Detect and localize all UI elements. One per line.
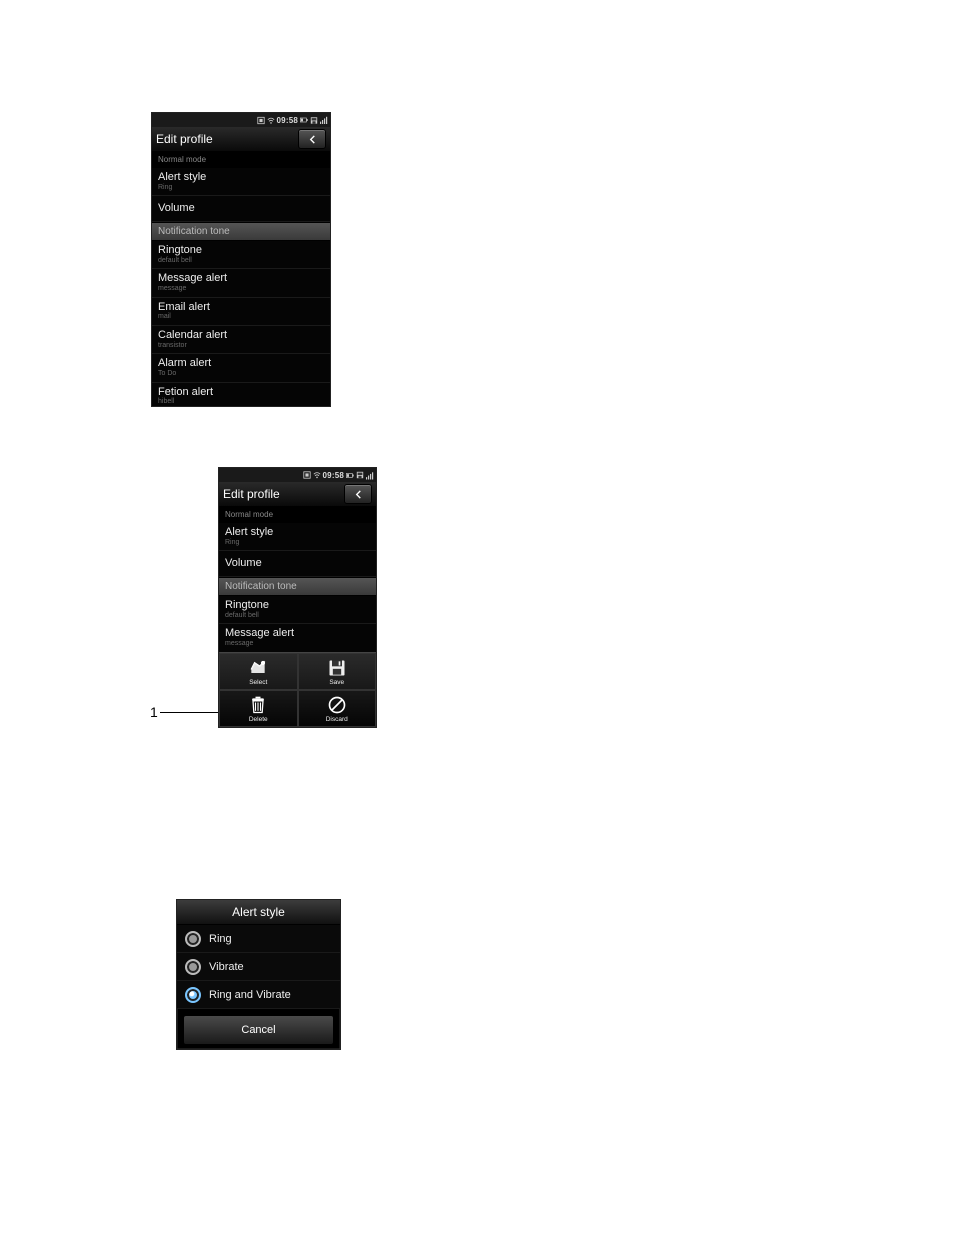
callout-number: 1 xyxy=(150,704,158,720)
ringtone-value: default bell xyxy=(225,612,370,620)
sim-icon xyxy=(257,116,265,124)
save-icon xyxy=(310,116,318,124)
message-alert-label: Message alert xyxy=(225,627,370,640)
back-button[interactable] xyxy=(298,129,326,149)
status-bar: 09:58 xyxy=(152,113,330,127)
options-menu: Select Save Delete Discard xyxy=(219,652,376,727)
row-ringtone[interactable]: Ringtone default bell xyxy=(152,241,330,269)
option-ring-label: Ring xyxy=(209,933,232,945)
alert-style-label: Alert style xyxy=(225,526,370,539)
option-ring-and-vibrate[interactable]: Ring and Vibrate xyxy=(177,981,340,1009)
row-message-alert[interactable]: Message alert message xyxy=(152,269,330,297)
menu-discard-label: Discard xyxy=(326,716,348,723)
save-icon xyxy=(356,471,364,479)
callout-line xyxy=(160,712,218,713)
row-alert-style[interactable]: Alert style Ring xyxy=(152,168,330,196)
message-alert-label: Message alert xyxy=(158,272,324,285)
radio-icon xyxy=(185,931,201,947)
back-button[interactable] xyxy=(344,484,372,504)
menu-save-label: Save xyxy=(329,679,344,686)
menu-select-label: Select xyxy=(249,679,267,686)
radio-icon xyxy=(185,959,201,975)
phone-screenshot-1: 09:58 Edit profile Normal mode Alert sty… xyxy=(151,112,331,407)
section-notification-tone: Notification tone xyxy=(152,222,330,241)
message-alert-value: message xyxy=(225,640,370,648)
menu-item-save[interactable]: Save xyxy=(298,653,377,690)
battery-icon xyxy=(346,471,354,479)
select-icon xyxy=(248,658,268,678)
ringtone-label: Ringtone xyxy=(225,599,370,612)
cancel-button[interactable]: Cancel xyxy=(183,1015,334,1045)
fetion-alert-label: Fetion alert xyxy=(158,386,324,399)
section-notification-tone: Notification tone xyxy=(219,577,376,596)
alert-style-dialog: Alert style Ring Vibrate Ring and Vibrat… xyxy=(176,899,341,1050)
row-volume[interactable]: Volume xyxy=(152,196,330,222)
row-email-alert[interactable]: Email alert mail xyxy=(152,298,330,326)
status-bar: 09:58 xyxy=(219,468,376,482)
status-time: 09:58 xyxy=(277,116,298,125)
wifi-icon xyxy=(267,116,275,124)
trash-icon xyxy=(248,695,268,715)
signal-icon xyxy=(320,116,328,124)
title-bar: Edit profile xyxy=(219,482,376,507)
cancel-label: Cancel xyxy=(241,1024,275,1036)
page-title: Edit profile xyxy=(223,487,280,501)
menu-item-delete[interactable]: Delete xyxy=(219,690,298,727)
row-ringtone[interactable]: Ringtone default bell xyxy=(219,596,376,624)
fetion-alert-value: hibell xyxy=(158,398,324,406)
menu-item-select[interactable]: Select xyxy=(219,653,298,690)
signal-icon xyxy=(366,471,374,479)
page-title: Edit profile xyxy=(156,132,213,146)
alert-style-value: Ring xyxy=(158,184,324,192)
row-alert-style[interactable]: Alert style Ring xyxy=(219,523,376,551)
floppy-icon xyxy=(327,658,347,678)
dialog-title: Alert style xyxy=(177,900,340,925)
calendar-alert-label: Calendar alert xyxy=(158,329,324,342)
email-alert-value: mail xyxy=(158,313,324,321)
sim-icon xyxy=(303,471,311,479)
discard-icon xyxy=(327,695,347,715)
ringtone-value: default bell xyxy=(158,257,324,265)
wifi-icon xyxy=(313,471,321,479)
alarm-alert-label: Alarm alert xyxy=(158,357,324,370)
row-fetion-alert[interactable]: Fetion alert hibell xyxy=(152,383,330,407)
status-time: 09:58 xyxy=(323,471,344,480)
calendar-alert-value: transistor xyxy=(158,342,324,350)
menu-delete-label: Delete xyxy=(249,716,268,723)
battery-icon xyxy=(300,116,308,124)
row-calendar-alert[interactable]: Calendar alert transistor xyxy=(152,326,330,354)
row-alarm-alert[interactable]: Alarm alert To Do xyxy=(152,354,330,382)
message-alert-value: message xyxy=(158,285,324,293)
volume-label: Volume xyxy=(158,202,324,215)
option-vibrate[interactable]: Vibrate xyxy=(177,953,340,981)
profile-mode-label: Normal mode xyxy=(152,152,330,168)
volume-label: Volume xyxy=(225,557,370,570)
menu-item-discard[interactable]: Discard xyxy=(298,690,377,727)
radio-icon-selected xyxy=(185,987,201,1003)
alarm-alert-value: To Do xyxy=(158,370,324,378)
ringtone-label: Ringtone xyxy=(158,244,324,257)
option-ring[interactable]: Ring xyxy=(177,925,340,953)
title-bar: Edit profile xyxy=(152,127,330,152)
row-message-alert[interactable]: Message alert message xyxy=(219,624,376,652)
row-volume[interactable]: Volume xyxy=(219,551,376,577)
profile-mode-label: Normal mode xyxy=(219,507,376,523)
phone-screenshot-2: 09:58 Edit profile Normal mode Alert sty… xyxy=(218,467,377,728)
option-ring-vibrate-label: Ring and Vibrate xyxy=(209,989,291,1001)
alert-style-value: Ring xyxy=(225,539,370,547)
alert-style-label: Alert style xyxy=(158,171,324,184)
option-vibrate-label: Vibrate xyxy=(209,961,244,973)
email-alert-label: Email alert xyxy=(158,301,324,314)
